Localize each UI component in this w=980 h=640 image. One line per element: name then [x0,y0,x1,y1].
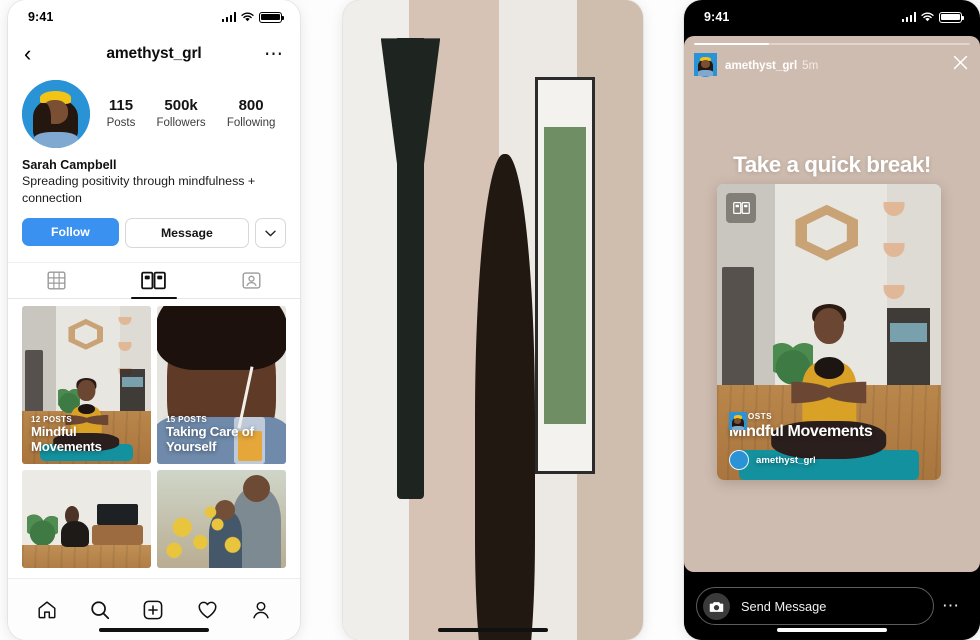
stat-label: Followers [156,116,206,129]
cellular-signal-icon [221,12,236,22]
profile-header: ‹ amethyst_grl ⋯ [8,34,300,74]
profile-action-buttons: Follow Message [22,218,286,249]
story-canvas[interactable]: amethyst_grl 5m Take a quick break! 12 P… [684,36,980,572]
avatar-illustration [22,80,90,148]
phone-story-screen: 9:41 amethyst_grl 5m Take a quick break!… [684,0,980,640]
profile-display-name: Sarah Campbell [22,158,117,172]
tab-tagged[interactable] [203,263,300,298]
screenshot-canvas: 9:41 ‹ amethyst_grl ⋯ 115 Posts 500k Fol… [0,0,980,640]
stat-value: 115 [108,97,134,115]
story-progress-bar [694,43,970,46]
status-bar: 9:41 [684,0,980,34]
guide-thumbnail-garden [157,470,286,569]
search-icon[interactable] [89,599,111,621]
guide-author: amethyst_grl [729,412,929,470]
guide-caption: 12 POSTS Mindful Movements [31,415,142,455]
add-post-icon[interactable] [142,599,164,621]
guide-thumbnail-stretch [22,470,151,569]
home-indicator [438,627,548,632]
guide-title: Mindful Movements [729,423,873,441]
guide-title: Taking Care of Yourself [166,424,254,455]
tab-grid[interactable] [8,263,105,298]
status-bar: 9:41 [8,0,300,34]
phone-guide-detail-screen: 9:41 [343,0,643,640]
status-time: 9:41 [28,10,54,24]
profile-stats: 115 Posts 500k Followers 800 Following [90,97,286,131]
chevron-down-icon[interactable] [255,218,286,249]
avatar[interactable] [694,53,717,77]
wifi-icon [921,12,934,22]
guide-title: Mindful Movements [31,424,102,455]
guide-caption: 15 POSTS Taking Care of Yourself [166,415,277,455]
stat-value: 500k [164,97,198,115]
story-headline: Take a quick break! [733,152,931,177]
guide-post-count: 12 POSTS [729,412,773,422]
guide-card[interactable] [22,470,151,569]
profile-summary-row: 115 Posts 500k Followers 800 Following [22,80,286,148]
story-timestamp: 5m [802,58,819,72]
avatar [729,412,749,470]
home-indicator [777,627,887,632]
profile-bio: Spreading positivity through mindfulness… [22,174,256,206]
stat-followers[interactable]: 500k Followers [156,97,205,131]
profile-tab-bar [8,262,300,300]
guide-card[interactable]: 15 POSTS Taking Care of Yourself [157,306,286,465]
story-username: amethyst_grl [725,58,798,72]
profile-icon[interactable] [250,599,272,621]
guides-grid: 12 POSTS Mindful Movements 15 POSTS Taki… [8,299,300,569]
stat-label: Posts [106,116,136,129]
stat-following[interactable]: 800 Following [227,97,276,131]
close-icon[interactable] [951,53,970,77]
battery-icon [259,11,285,23]
grid-icon [47,271,66,290]
guides-book-icon [141,271,167,290]
profile-body: 115 Posts 500k Followers 800 Following S… [8,80,300,249]
more-horizontal-icon[interactable]: ⋯ [934,596,968,616]
home-icon[interactable] [36,599,58,621]
stat-value: 800 [238,97,264,115]
camera-icon[interactable] [703,592,730,620]
home-indicator [99,627,209,632]
chevron-left-icon[interactable]: ‹ [24,43,46,65]
stat-label: Following [226,116,276,129]
guide-card[interactable]: 12 POSTS Mindful Movements [22,306,151,465]
battery-icon [939,11,965,23]
phone-profile-screen: 9:41 ‹ amethyst_grl ⋯ 115 Posts 500k Fol… [8,0,300,640]
guide-card[interactable] [157,470,286,569]
page-title: amethyst_grl [106,45,202,62]
avatar[interactable] [22,80,90,148]
story-card-caption: 12 POSTS Mindful Movements amethyst_grl [729,412,929,470]
wifi-icon [241,12,254,22]
status-time: 9:41 [704,10,730,24]
more-horizontal-icon[interactable]: ⋯ [262,45,284,64]
tab-guides[interactable] [105,263,202,300]
send-message-input[interactable]: Send Message [696,587,934,625]
follow-button[interactable]: Follow [22,218,119,247]
tagged-person-icon [242,272,261,289]
message-button[interactable]: Message [124,218,249,249]
heart-icon[interactable] [196,598,219,621]
guides-book-icon [726,193,756,223]
author-username: amethyst_grl [756,454,816,466]
stat-posts[interactable]: 115 Posts [107,97,136,131]
status-indicators [221,11,285,23]
story-header: amethyst_grl 5m [694,53,970,77]
cellular-signal-icon [901,12,916,22]
send-message-placeholder: Send Message [741,598,827,614]
status-indicators [901,11,965,23]
story-guide-card[interactable]: 12 POSTS Mindful Movements amethyst_grl [717,184,941,480]
